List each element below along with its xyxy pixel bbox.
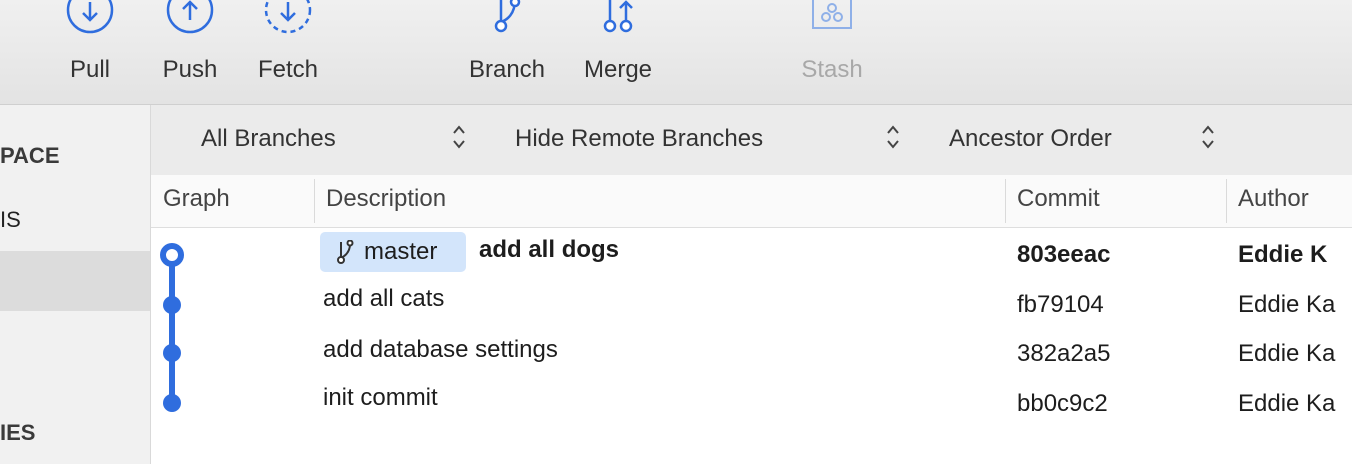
commit-author: Eddie Ka <box>1238 291 1336 318</box>
commit-table-header: Graph Description Commit Author <box>151 175 1352 228</box>
merge-icon <box>568 0 668 44</box>
column-header-commit[interactable]: Commit <box>1017 185 1100 213</box>
column-divider[interactable] <box>1005 179 1006 223</box>
commit-hash: 382a2a5 <box>1017 340 1111 367</box>
column-divider[interactable] <box>314 179 315 223</box>
fetch-label: Fetch <box>257 56 319 83</box>
push-button[interactable]: Push <box>140 0 240 104</box>
pull-button[interactable]: Pull <box>40 0 140 104</box>
table-row[interactable]: add all cats fb79104 Eddie Ka <box>151 280 1352 332</box>
branches-filter-select[interactable]: All Branches <box>201 125 336 153</box>
commit-author: Eddie Ka <box>1238 390 1336 417</box>
table-row[interactable]: init commit bb0c9c2 Eddie Ka <box>151 384 1352 436</box>
branch-icon <box>337 240 354 264</box>
stash-label: Stash <box>801 56 863 83</box>
commit-hash: fb79104 <box>1017 291 1104 318</box>
sidebar-section-branches: IES <box>0 420 36 445</box>
merge-label: Merge <box>583 56 653 83</box>
stash-icon <box>782 0 882 44</box>
table-row[interactable]: add database settings 382a2a5 Eddie Ka <box>151 332 1352 384</box>
branch-tag[interactable]: master <box>320 232 466 272</box>
toolbar: Pull Push Fetch Branch Merge Stash <box>0 0 1352 105</box>
commit-author: Eddie Ka <box>1238 340 1336 367</box>
commit-description: add all cats <box>323 285 445 312</box>
commit-description: init commit <box>323 384 438 411</box>
pull-label: Pull <box>69 56 111 83</box>
column-header-graph[interactable]: Graph <box>163 185 230 213</box>
column-header-author[interactable]: Author <box>1238 185 1309 213</box>
commit-author: Eddie K <box>1238 241 1328 268</box>
column-header-description[interactable]: Description <box>326 185 446 213</box>
up-down-chevron-icon[interactable] <box>886 123 900 151</box>
branch-tag-label: master <box>364 238 438 265</box>
stash-button[interactable]: Stash <box>782 0 882 104</box>
merge-button[interactable]: Merge <box>568 0 668 104</box>
branch-label: Branch <box>468 56 546 83</box>
pull-icon <box>40 0 140 44</box>
fetch-icon <box>238 0 338 44</box>
push-icon <box>140 0 240 44</box>
sidebar-item-status[interactable]: IS <box>0 207 21 233</box>
commit-description: add database settings <box>323 336 558 363</box>
up-down-chevron-icon[interactable] <box>1201 123 1215 151</box>
sidebar-item-selected[interactable] <box>0 251 150 311</box>
remote-branches-filter-select[interactable]: Hide Remote Branches <box>515 125 763 153</box>
fetch-button[interactable]: Fetch <box>238 0 338 104</box>
column-divider[interactable] <box>1226 179 1227 223</box>
up-down-chevron-icon[interactable] <box>452 123 466 151</box>
commit-hash: bb0c9c2 <box>1017 390 1108 417</box>
branch-icon <box>452 0 562 44</box>
sidebar: PACE IS IES <box>0 105 151 464</box>
sidebar-section-workspace: PACE <box>0 143 60 168</box>
order-filter-select[interactable]: Ancestor Order <box>949 125 1112 153</box>
commit-hash: 803eeac <box>1017 241 1111 268</box>
branch-button[interactable]: Branch <box>452 0 562 104</box>
table-row[interactable]: master add all dogs 803eeac Eddie K <box>151 228 1352 280</box>
filter-bar: All Branches Hide Remote Branches Ancest… <box>151 105 1352 175</box>
commit-description: add all dogs <box>479 236 620 263</box>
push-label: Push <box>162 56 218 83</box>
